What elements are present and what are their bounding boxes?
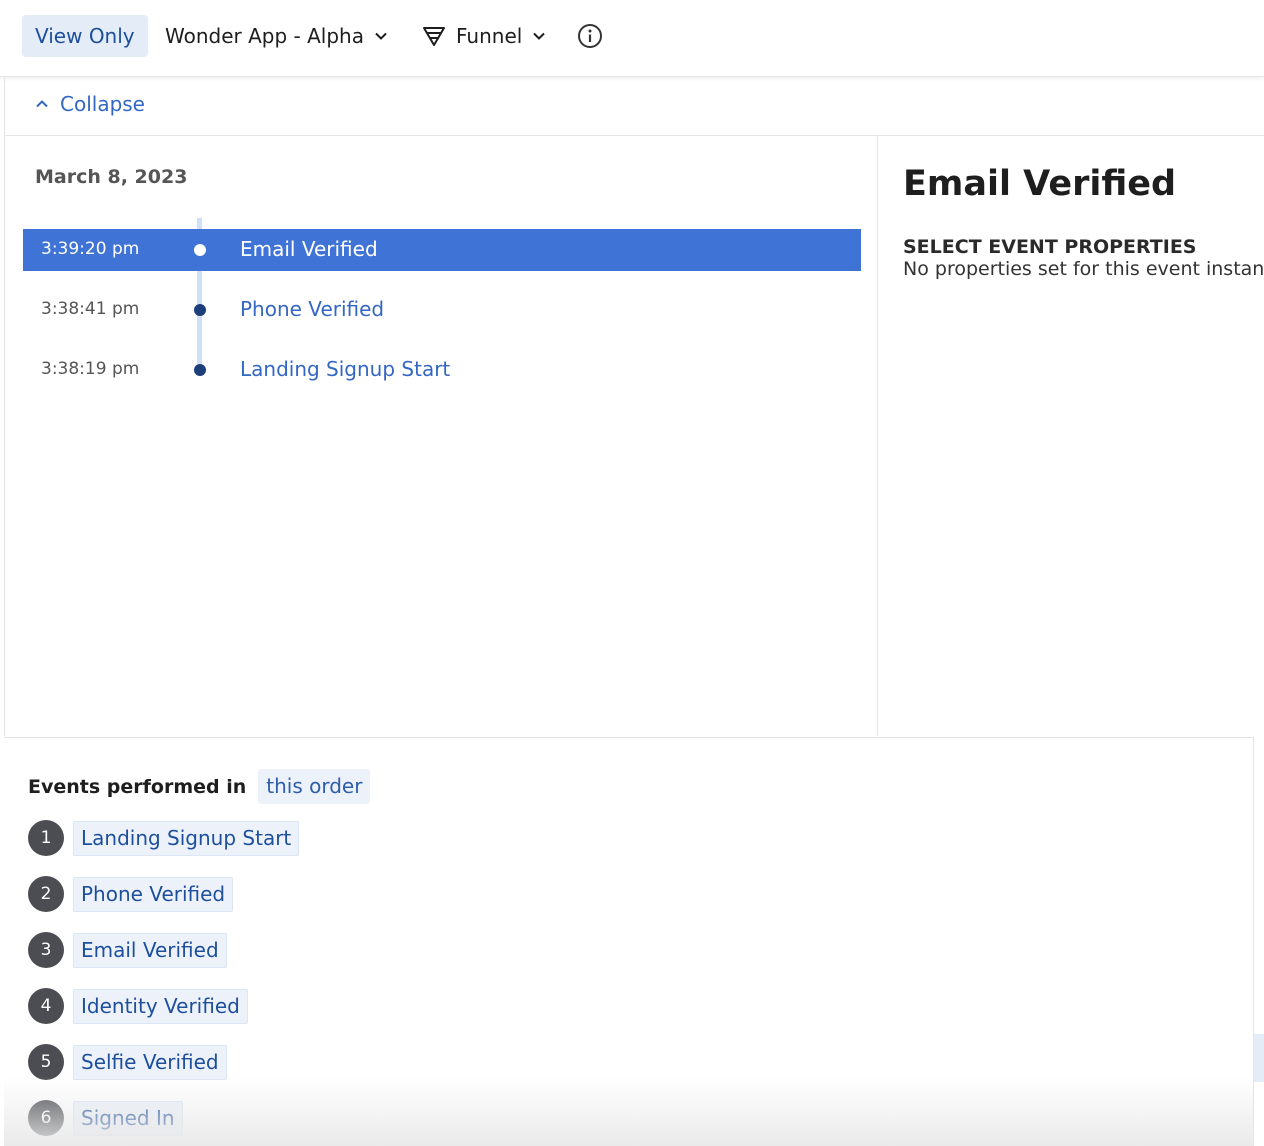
event-timeline-panel: March 8, 2023 3:39:20 pm Email Verified …: [4, 136, 878, 736]
info-icon[interactable]: [577, 23, 603, 49]
step-number-badge: 4: [28, 988, 64, 1024]
bottom-fade-overlay: [4, 1076, 1254, 1146]
funnel-icon: [423, 27, 445, 46]
step-event-chip[interactable]: Signed In: [73, 1100, 183, 1136]
event-name-link[interactable]: Landing Signup Start: [240, 357, 450, 381]
chevron-down-icon: [375, 32, 387, 40]
timeline-dot: [194, 244, 206, 256]
step-event-chip[interactable]: Selfie Verified: [73, 1044, 227, 1080]
chevron-up-icon: [36, 100, 48, 108]
step-number-badge: 6: [28, 1100, 64, 1136]
events-order-line: Events performed in this order: [28, 769, 371, 804]
event-name-link[interactable]: Phone Verified: [240, 297, 384, 321]
step-event-chip[interactable]: Landing Signup Start: [73, 820, 300, 856]
app-selector-label: Wonder App - Alpha: [165, 24, 364, 48]
timeline-event-row[interactable]: 3:38:41 pm Phone Verified: [23, 289, 861, 331]
timeline-date: March 8, 2023: [35, 166, 188, 188]
events-order-prefix: Events performed in: [28, 775, 247, 798]
side-scroll-indicator[interactable]: [1254, 1034, 1264, 1082]
event-time: 3:38:41 pm: [41, 299, 140, 319]
view-only-button[interactable]: View Only: [22, 15, 148, 57]
event-time: 3:39:20 pm: [41, 239, 140, 259]
funnel-step: 3 Email Verified: [28, 932, 227, 968]
funnel-step: 4 Identity Verified: [28, 988, 248, 1024]
event-time: 3:38:19 pm: [41, 359, 140, 379]
funnel-steps-section: Events performed in this order 1 Landing…: [4, 737, 1254, 1146]
step-number-badge: 1: [28, 820, 64, 856]
funnel-step: 6 Signed In: [28, 1100, 183, 1136]
timeline-event-row[interactable]: 3:38:19 pm Landing Signup Start: [23, 349, 861, 391]
step-number-badge: 5: [28, 1044, 64, 1080]
step-number-badge: 2: [28, 876, 64, 912]
event-name-link[interactable]: Email Verified: [240, 237, 378, 261]
no-properties-message: No properties set for this event instan: [903, 258, 1264, 280]
funnel-step: 1 Landing Signup Start: [28, 820, 300, 856]
collapse-button[interactable]: Collapse: [35, 92, 145, 116]
order-mode-chip[interactable]: this order: [258, 769, 371, 804]
top-toolbar: View Only Wonder App - Alpha Funnel: [0, 0, 1264, 77]
event-detail-panel: Email Verified SELECT EVENT PROPERTIES N…: [879, 136, 1264, 736]
step-event-chip[interactable]: Email Verified: [73, 932, 227, 968]
app-selector-dropdown[interactable]: Wonder App - Alpha: [165, 15, 388, 57]
collapse-bar: Collapse: [4, 78, 1264, 136]
event-properties-heading: SELECT EVENT PROPERTIES: [903, 236, 1197, 258]
timeline-dot: [194, 364, 206, 376]
collapse-label: Collapse: [60, 92, 145, 116]
timeline-event-row[interactable]: 3:39:20 pm Email Verified: [23, 229, 861, 271]
step-number-badge: 3: [28, 932, 64, 968]
event-detail-title: Email Verified: [903, 164, 1177, 204]
funnel-step: 5 Selfie Verified: [28, 1044, 227, 1080]
funnel-step: 2 Phone Verified: [28, 876, 234, 912]
chart-type-label: Funnel: [456, 24, 523, 48]
step-event-chip[interactable]: Phone Verified: [73, 876, 234, 912]
step-event-chip[interactable]: Identity Verified: [73, 988, 248, 1024]
chevron-down-icon: [533, 32, 546, 40]
timeline-dot: [194, 304, 206, 316]
chart-type-dropdown[interactable]: Funnel: [422, 15, 546, 57]
